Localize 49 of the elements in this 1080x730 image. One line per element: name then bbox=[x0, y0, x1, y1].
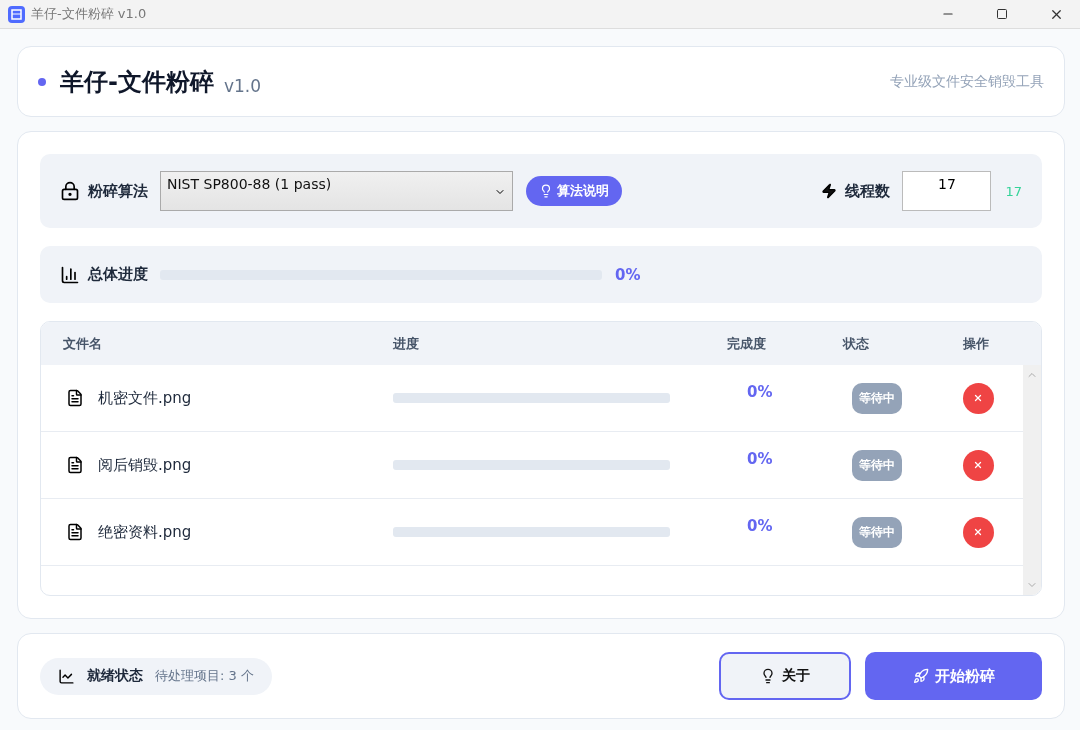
status-label: 就绪状态 bbox=[87, 667, 143, 685]
threads-label: 线程数 bbox=[845, 181, 891, 201]
file-icon bbox=[66, 523, 84, 541]
file-percent: 0% bbox=[746, 517, 774, 535]
window-title: 羊仔-文件粉碎 v1.0 bbox=[31, 5, 148, 23]
file-name: 绝密资料.png bbox=[98, 522, 192, 542]
close-icon bbox=[973, 460, 983, 470]
file-name: 阅后销毁.png bbox=[98, 455, 192, 475]
file-icon bbox=[66, 389, 84, 407]
lock-icon bbox=[60, 181, 80, 201]
column-header: 操作 bbox=[962, 334, 990, 353]
subtitle: 专业级文件安全销毁工具 bbox=[890, 72, 1044, 91]
algorithm-info-button[interactable]: 算法说明 bbox=[526, 176, 622, 206]
lightbulb-icon bbox=[760, 668, 776, 684]
file-icon bbox=[66, 456, 84, 474]
bullet-icon bbox=[38, 77, 46, 86]
about-button[interactable]: 关于 bbox=[719, 652, 851, 700]
pending-count: 待处理项目: 3 个 bbox=[155, 667, 254, 685]
app-title: 羊仔-文件粉碎 bbox=[60, 66, 214, 98]
start-shred-button[interactable]: 开始粉碎 bbox=[865, 652, 1042, 700]
status-badge: 等待中 bbox=[852, 449, 902, 481]
status-badge: 等待中 bbox=[852, 382, 902, 414]
overall-progress-reading: 0% bbox=[615, 265, 641, 284]
close-icon bbox=[973, 393, 983, 403]
bar-chart-icon bbox=[60, 264, 80, 285]
lightning-icon bbox=[821, 183, 838, 199]
file-name: 机密文件.png bbox=[98, 388, 192, 408]
overall-progress-label: 总体进度 bbox=[88, 265, 148, 284]
status-badge: 等待中 bbox=[852, 516, 902, 548]
remove-button[interactable] bbox=[962, 449, 994, 481]
column-header: 状态 bbox=[841, 334, 870, 353]
chart-icon bbox=[58, 667, 75, 685]
algorithm-select[interactable]: NIST SP800-88 (1 pass) bbox=[160, 171, 513, 211]
rocket-icon bbox=[912, 668, 929, 684]
threads-input[interactable]: 17 bbox=[902, 171, 992, 211]
scrollbar[interactable] bbox=[1023, 365, 1041, 595]
app-icon bbox=[8, 5, 25, 23]
algorithm-label: 粉碎算法 bbox=[88, 181, 148, 201]
column-header: 文件名 bbox=[62, 334, 103, 353]
remove-button[interactable] bbox=[962, 516, 994, 548]
version-text: v1.0 bbox=[223, 75, 263, 96]
file-percent: 0% bbox=[746, 383, 774, 401]
column-header: 完成度 bbox=[725, 334, 767, 353]
column-header: 进度 bbox=[392, 334, 420, 353]
file-percent: 0% bbox=[746, 450, 774, 468]
lightbulb-icon bbox=[539, 184, 553, 198]
close-icon bbox=[973, 527, 983, 537]
threads-reading: 17 bbox=[1005, 183, 1022, 199]
remove-button[interactable] bbox=[962, 382, 994, 414]
